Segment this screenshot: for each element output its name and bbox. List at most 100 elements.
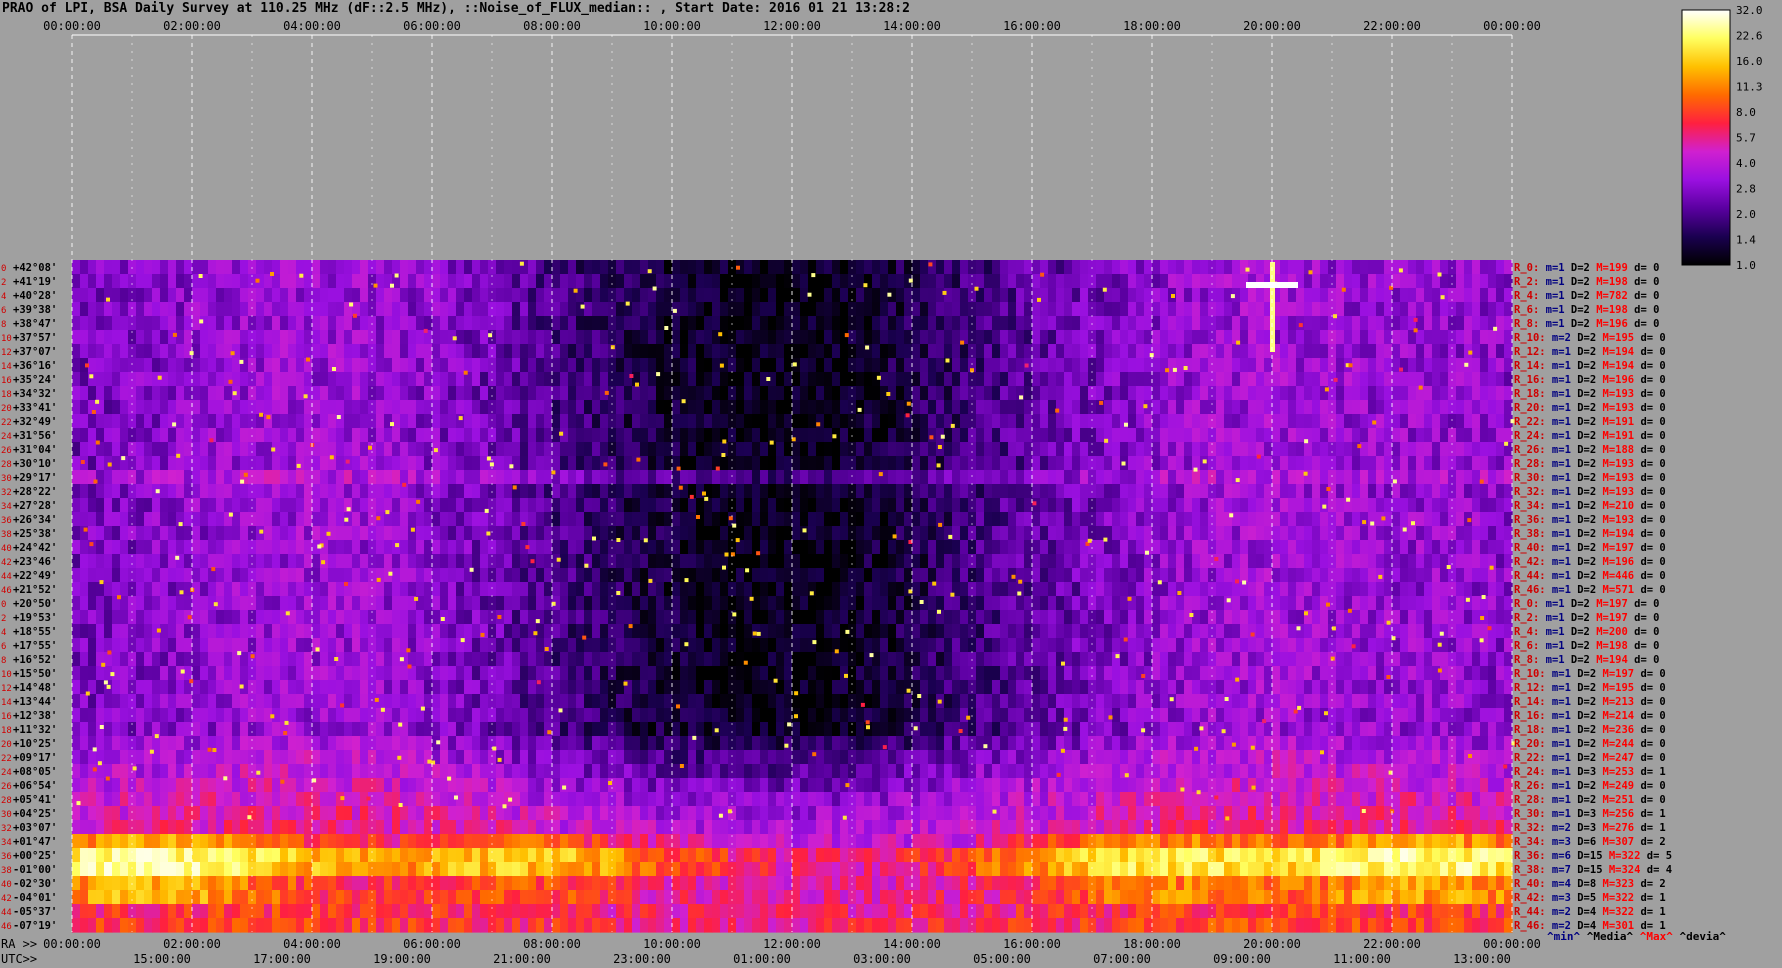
heatmap-cell	[312, 470, 321, 485]
heatmap-cell	[744, 288, 753, 303]
heatmap-cell	[296, 316, 305, 331]
heatmap-cell	[1136, 372, 1145, 387]
heatmap-cell	[1048, 512, 1057, 527]
heatmap-cell	[256, 624, 265, 639]
heatmap-cell	[176, 582, 185, 597]
heatmap-cell	[568, 372, 577, 387]
heatmap-cell	[1000, 470, 1009, 485]
heatmap-cell	[1112, 498, 1121, 513]
heatmap-cell	[392, 582, 401, 597]
heatmap-cell	[744, 442, 753, 457]
heatmap-cell	[704, 638, 713, 653]
heatmap-cell	[232, 610, 241, 625]
heatmap-cell	[1032, 582, 1041, 597]
heatmap-cell	[1320, 470, 1329, 485]
heatmap-cell	[800, 288, 809, 303]
heatmap-cell	[816, 358, 825, 373]
heatmap-cell	[1216, 512, 1225, 527]
heatmap-cell	[296, 512, 305, 527]
heatmap-cell	[496, 442, 505, 457]
heatmap-cell	[960, 358, 969, 373]
heatmap-cell	[184, 512, 193, 527]
heatmap-cell	[640, 386, 649, 401]
heatmap-cell	[288, 372, 297, 387]
heatmap-cell	[1248, 554, 1257, 569]
heatmap-cell	[288, 456, 297, 471]
heatmap-cell	[1424, 316, 1433, 331]
heatmap-cell	[912, 540, 921, 555]
heatmap-cell	[312, 288, 321, 303]
heatmap-cell	[1000, 512, 1009, 527]
heatmap-cell	[88, 484, 97, 499]
heatmap-cell	[1368, 596, 1377, 611]
heatmap-cell	[80, 610, 89, 625]
heatmap-cell	[1176, 442, 1185, 457]
heatmap-cell	[160, 414, 169, 429]
heatmap-cell	[728, 414, 737, 429]
heatmap-cell	[120, 638, 129, 653]
heatmap-cell	[888, 414, 897, 429]
heatmap-cell	[1448, 358, 1457, 373]
heatmap-cell	[616, 372, 625, 387]
heatmap-cell	[1360, 428, 1369, 443]
heatmap-cell	[296, 372, 305, 387]
heatmap-cell	[1456, 274, 1465, 289]
heatmap-cell	[1320, 610, 1329, 625]
heatmap-cell	[240, 302, 249, 317]
heatmap-cell	[200, 456, 209, 471]
heatmap-cell	[168, 344, 177, 359]
heatmap-cell	[120, 540, 129, 555]
heatmap-cell	[816, 344, 825, 359]
heatmap-cell	[448, 568, 457, 583]
heatmap-cell	[184, 624, 193, 639]
heatmap-cell	[472, 414, 481, 429]
heatmap-cell	[504, 274, 513, 289]
heatmap-cell	[840, 428, 849, 443]
heatmap-cell	[864, 512, 873, 527]
heatmap-cell	[920, 582, 929, 597]
heatmap-cell	[112, 526, 121, 541]
heatmap-cell	[928, 526, 937, 541]
heatmap-cell	[1504, 330, 1513, 345]
heatmap-cell	[1480, 344, 1489, 359]
heatmap-cell	[1400, 260, 1409, 275]
heatmap-cell	[480, 540, 489, 555]
heatmap-cell	[80, 414, 89, 429]
heatmap-cell	[984, 526, 993, 541]
heatmap-cell	[904, 624, 913, 639]
heatmap-cell	[312, 386, 321, 401]
heatmap-cell	[1104, 582, 1113, 597]
heatmap-cell	[664, 526, 673, 541]
heatmap-cell	[1296, 526, 1305, 541]
heatmap-cell	[488, 638, 497, 653]
heatmap-cell	[208, 288, 217, 303]
heatmap-cell	[272, 582, 281, 597]
heatmap-cell	[1464, 554, 1473, 569]
heatmap-cell	[1240, 484, 1249, 499]
heatmap-cell	[1376, 526, 1385, 541]
heatmap-cell	[256, 554, 265, 569]
heatmap-cell	[1424, 358, 1433, 373]
heatmap-cell	[960, 540, 969, 555]
heatmap-cell	[1048, 288, 1057, 303]
heatmap-cell	[1136, 260, 1145, 275]
heatmap-cell	[536, 316, 545, 331]
heatmap-cell	[1328, 526, 1337, 541]
heatmap-cell	[712, 344, 721, 359]
heatmap-cell	[688, 316, 697, 331]
heatmap-cell	[1040, 610, 1049, 625]
heatmap-cell	[872, 610, 881, 625]
heatmap-cell	[352, 400, 361, 415]
heatmap-cell	[664, 624, 673, 639]
heatmap-cell	[736, 638, 745, 653]
heatmap-cell	[928, 484, 937, 499]
heatmap-cell	[1368, 260, 1377, 275]
heatmap-cell	[880, 610, 889, 625]
heatmap-cell	[1112, 344, 1121, 359]
heatmap-cell	[1168, 386, 1177, 401]
heatmap-cell	[568, 442, 577, 457]
heatmap-cell	[1440, 512, 1449, 527]
heatmap-cell	[512, 302, 521, 317]
heatmap-cell	[1272, 596, 1281, 611]
heatmap-cell	[448, 274, 457, 289]
